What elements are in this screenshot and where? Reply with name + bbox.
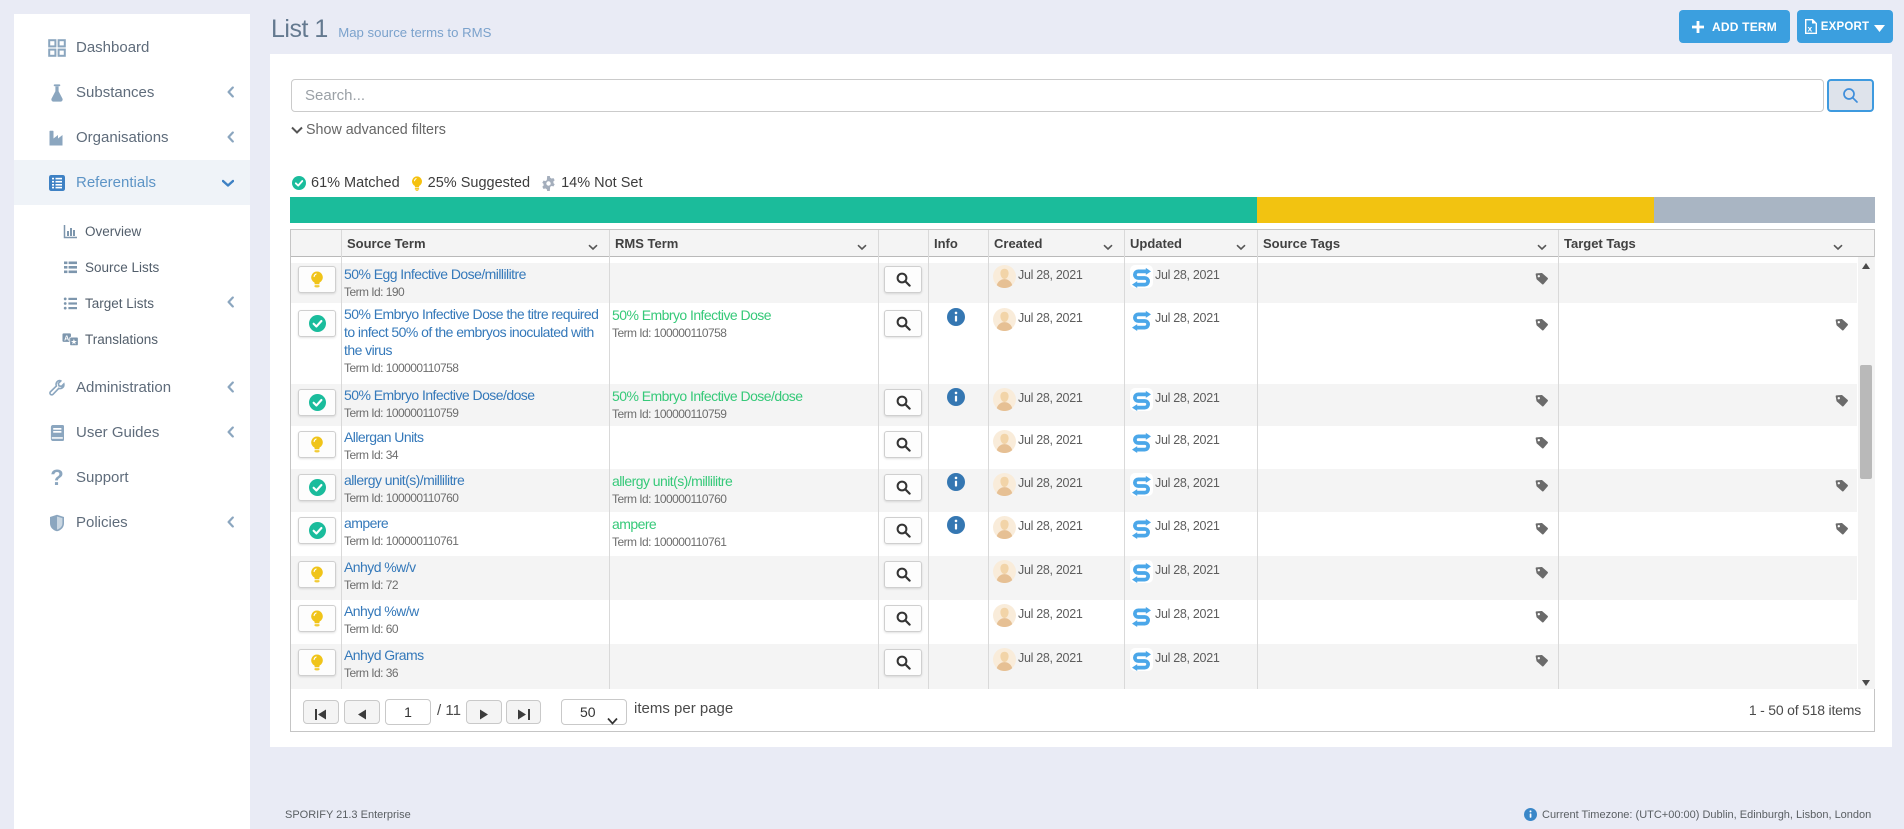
svg-text:x: x	[1807, 23, 1812, 33]
svg-text:A: A	[64, 334, 69, 342]
